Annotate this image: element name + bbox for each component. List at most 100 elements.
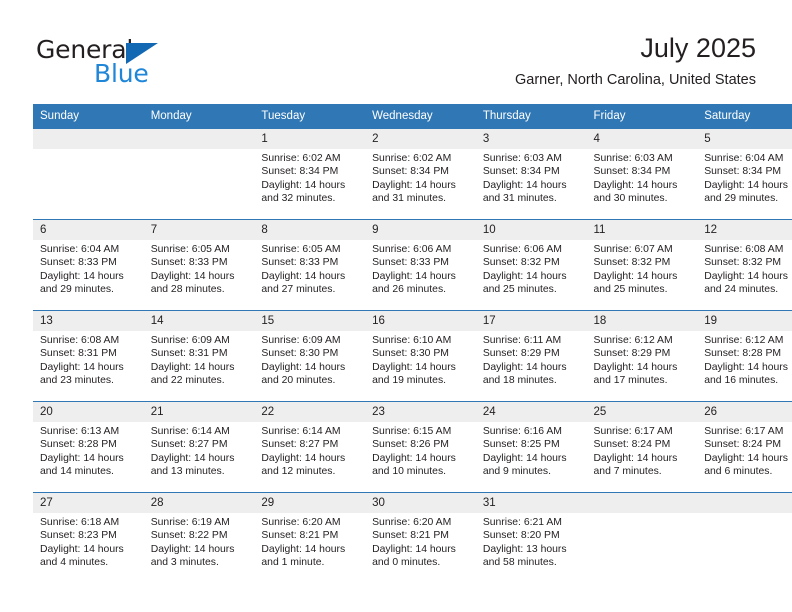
day-number: 4 (586, 129, 698, 149)
daylight-text-line2: and 25 minutes. (482, 284, 557, 296)
calendar-cell-day[interactable]: 9 Sunrise: 6:06 AM Sunset: 8:33 PM Daylight… (365, 219, 476, 311)
day-number: 3 (475, 129, 587, 149)
day-number (143, 129, 255, 149)
calendar-cell-day[interactable]: 19 Sunrise: 6:12 AM Sunset: 8:28 PM Dayligh… (697, 310, 792, 402)
daylight-text-line1: Daylight: 14 hours (593, 452, 678, 464)
day-sun-info: Sunrise: 6:03 AM Sunset: 8:34 PM Daylight:… (587, 149, 698, 206)
calendar-cell-day[interactable]: 25 Sunrise: 6:17 AM Sunset: 8:24 PM Dayligh… (586, 401, 698, 493)
weekday-header-monday: Monday (143, 104, 255, 129)
calendar-cell-day[interactable]: 7 Sunrise: 6:05 AM Sunset: 8:33 PM Daylight… (143, 219, 255, 311)
day-sun-info: Sunrise: 6:06 AM Sunset: 8:32 PM Daylight:… (476, 240, 587, 297)
calendar-cell-empty (143, 129, 255, 220)
daylight-text-line2: and 13 minutes. (150, 466, 225, 478)
calendar-cell-day[interactable]: 27 Sunrise: 6:18 AM Sunset: 8:23 PM Dayligh… (33, 492, 144, 583)
daylight-text-line2: and 10 minutes. (372, 466, 447, 478)
calendar-cell-day[interactable]: 10 Sunrise: 6:06 AM Sunset: 8:32 PM Dayligh… (475, 219, 587, 311)
calendar-week-row: 6 Sunrise: 6:04 AM Sunset: 8:33 PM Daylight… (33, 219, 792, 311)
day-number: 2 (365, 129, 476, 149)
daylight-text-line2: and 29 minutes. (704, 193, 779, 205)
calendar-cell-empty (33, 129, 144, 220)
day-sun-info: Sunrise: 6:21 AM Sunset: 8:20 PM Daylight:… (476, 513, 587, 570)
calendar-cell-day[interactable]: 16 Sunrise: 6:10 AM Sunset: 8:30 PM Dayligh… (365, 310, 476, 402)
sunrise-text: Sunrise: 6:20 AM (261, 517, 341, 528)
day-number: 7 (143, 220, 255, 240)
calendar-cell-day[interactable]: 31 Sunrise: 6:21 AM Sunset: 8:20 PM Dayligh… (475, 492, 587, 583)
calendar-cell-day[interactable]: 23 Sunrise: 6:15 AM Sunset: 8:26 PM Dayligh… (365, 401, 476, 493)
calendar-cell-day[interactable]: 21 Sunrise: 6:14 AM Sunset: 8:27 PM Dayligh… (143, 401, 255, 493)
calendar-cell-day[interactable]: 26 Sunrise: 6:17 AM Sunset: 8:24 PM Dayligh… (697, 401, 792, 493)
logo-general-blue: General Blue (36, 36, 296, 88)
calendar-cell-day[interactable]: 6 Sunrise: 6:04 AM Sunset: 8:33 PM Daylight… (33, 219, 144, 311)
calendar-cell-day[interactable]: 5 Sunrise: 6:04 AM Sunset: 8:34 PM Daylight… (697, 129, 792, 220)
sunrise-text: Sunrise: 6:13 AM (40, 426, 120, 437)
calendar-cell-day[interactable]: 24 Sunrise: 6:16 AM Sunset: 8:25 PM Dayligh… (475, 401, 587, 493)
daylight-text-line2: and 4 minutes. (40, 557, 109, 569)
daylight-text-line2: and 19 minutes. (372, 375, 447, 387)
calendar-cell-day[interactable]: 3 Sunrise: 6:03 AM Sunset: 8:34 PM Daylight… (475, 129, 587, 220)
sunset-text: Sunset: 8:30 PM (261, 348, 339, 360)
daylight-text-line2: and 22 minutes. (150, 375, 225, 387)
sunset-text: Sunset: 8:23 PM (40, 530, 117, 542)
day-number: 6 (33, 220, 144, 240)
day-sun-info: Sunrise: 6:14 AM Sunset: 8:27 PM Daylight:… (254, 422, 365, 479)
calendar-cell-day[interactable]: 8 Sunrise: 6:05 AM Sunset: 8:33 PM Daylight… (254, 219, 366, 311)
daylight-text-line1: Daylight: 14 hours (704, 179, 788, 191)
calendar-header-row: Sunday Monday Tuesday Wednesday Thursday… (33, 104, 792, 129)
day-sun-info: Sunrise: 6:03 AM Sunset: 8:34 PM Daylight:… (476, 149, 587, 206)
sunrise-text: Sunrise: 6:19 AM (150, 517, 230, 528)
calendar-cell-day[interactable]: 29 Sunrise: 6:20 AM Sunset: 8:21 PM Dayligh… (254, 492, 366, 583)
calendar-cell-empty (586, 492, 698, 583)
day-sun-info: Sunrise: 6:15 AM Sunset: 8:26 PM Daylight:… (365, 422, 476, 479)
day-sun-info: Sunrise: 6:09 AM Sunset: 8:30 PM Daylight:… (254, 331, 365, 388)
daylight-text-line1: Daylight: 13 hours (482, 543, 567, 555)
daylight-text-line1: Daylight: 14 hours (482, 179, 567, 191)
calendar-cell-day[interactable]: 4 Sunrise: 6:03 AM Sunset: 8:34 PM Daylight… (586, 129, 698, 220)
day-sun-info: Sunrise: 6:17 AM Sunset: 8:24 PM Daylight:… (697, 422, 792, 479)
sunrise-text: Sunrise: 6:15 AM (372, 426, 452, 437)
sunrise-text: Sunrise: 6:12 AM (593, 335, 673, 346)
daylight-text-line1: Daylight: 14 hours (372, 270, 456, 282)
calendar-cell-day[interactable]: 28 Sunrise: 6:19 AM Sunset: 8:22 PM Dayligh… (143, 492, 255, 583)
sunrise-text: Sunrise: 6:09 AM (150, 335, 230, 346)
day-number: 28 (143, 493, 255, 513)
sunrise-text: Sunrise: 6:21 AM (482, 517, 562, 528)
daylight-text-line2: and 17 minutes. (593, 375, 668, 387)
sunset-text: Sunset: 8:31 PM (150, 348, 228, 360)
weekday-header-sunday: Sunday (33, 104, 144, 129)
calendar-table: Sunday Monday Tuesday Wednesday Thursday… (33, 104, 792, 583)
sunset-text: Sunset: 8:33 PM (40, 257, 117, 269)
day-number: 16 (365, 311, 476, 331)
calendar-cell-day[interactable]: 12 Sunrise: 6:08 AM Sunset: 8:32 PM Dayligh… (697, 219, 792, 311)
day-number: 29 (254, 493, 366, 513)
day-number: 23 (365, 402, 476, 422)
calendar-cell-empty (697, 492, 792, 583)
calendar-cell-day[interactable]: 1 Sunrise: 6:02 AM Sunset: 8:34 PM Daylight… (254, 129, 366, 220)
daylight-text-line2: and 20 minutes. (261, 375, 336, 387)
day-sun-info: Sunrise: 6:04 AM Sunset: 8:33 PM Daylight:… (33, 240, 144, 297)
day-sun-info: Sunrise: 6:18 AM Sunset: 8:23 PM Daylight:… (33, 513, 144, 570)
calendar-cell-day[interactable]: 14 Sunrise: 6:09 AM Sunset: 8:31 PM Dayligh… (143, 310, 255, 402)
calendar-cell-day[interactable]: 22 Sunrise: 6:14 AM Sunset: 8:27 PM Dayligh… (254, 401, 366, 493)
calendar-body: 1 Sunrise: 6:02 AM Sunset: 8:34 PM Daylight… (33, 129, 792, 583)
day-number: 25 (586, 402, 698, 422)
day-number: 18 (586, 311, 698, 331)
sunrise-text: Sunrise: 6:16 AM (482, 426, 562, 437)
calendar-cell-day[interactable]: 18 Sunrise: 6:12 AM Sunset: 8:29 PM Dayligh… (586, 310, 698, 402)
day-number: 9 (365, 220, 476, 240)
day-number: 26 (697, 402, 792, 422)
calendar-cell-day[interactable]: 17 Sunrise: 6:11 AM Sunset: 8:29 PM Dayligh… (475, 310, 587, 402)
sunrise-text: Sunrise: 6:08 AM (40, 335, 120, 346)
day-sun-info: Sunrise: 6:05 AM Sunset: 8:33 PM Daylight:… (144, 240, 255, 297)
day-sun-info: Sunrise: 6:16 AM Sunset: 8:25 PM Daylight:… (476, 422, 587, 479)
sunset-text: Sunset: 8:34 PM (593, 166, 671, 178)
daylight-text-line2: and 9 minutes. (482, 466, 551, 478)
calendar-cell-day[interactable]: 2 Sunrise: 6:02 AM Sunset: 8:34 PM Daylight… (365, 129, 476, 220)
calendar-cell-day[interactable]: 20 Sunrise: 6:13 AM Sunset: 8:28 PM Dayligh… (33, 401, 144, 493)
page-header: General Blue July 2025 Garner, North Car… (0, 0, 792, 100)
calendar-cell-day[interactable]: 13 Sunrise: 6:08 AM Sunset: 8:31 PM Dayligh… (33, 310, 144, 402)
calendar-cell-day[interactable]: 15 Sunrise: 6:09 AM Sunset: 8:30 PM Dayligh… (254, 310, 366, 402)
daylight-text-line2: and 30 minutes. (593, 193, 668, 205)
calendar-cell-day[interactable]: 30 Sunrise: 6:20 AM Sunset: 8:21 PM Dayligh… (365, 492, 476, 583)
calendar-cell-day[interactable]: 11 Sunrise: 6:07 AM Sunset: 8:32 PM Dayligh… (586, 219, 698, 311)
day-sun-info: Sunrise: 6:02 AM Sunset: 8:34 PM Daylight:… (254, 149, 365, 206)
